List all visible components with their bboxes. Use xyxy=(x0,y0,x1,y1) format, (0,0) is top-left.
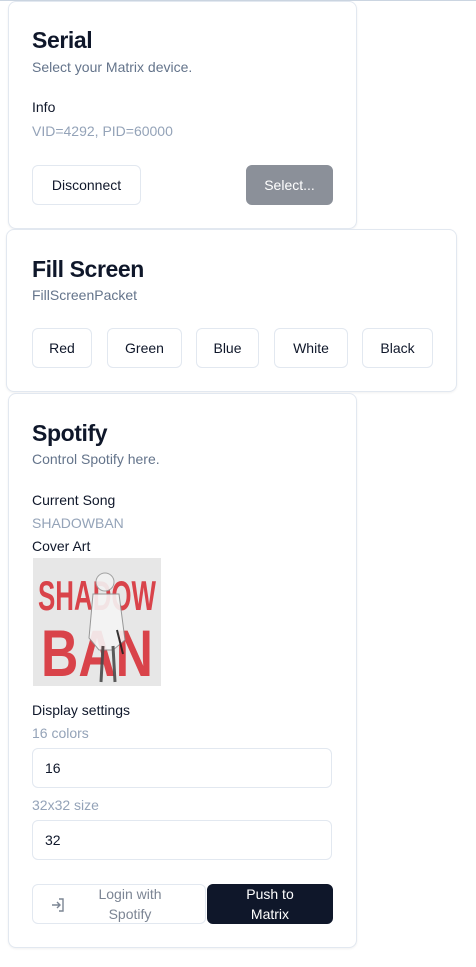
size-input[interactable] xyxy=(32,820,332,860)
fill-screen-card: Fill Screen FillScreenPacket Red Green B… xyxy=(6,229,457,392)
fill-screen-title: Fill Screen xyxy=(32,256,144,282)
current-song-label: Current Song xyxy=(32,492,116,508)
login-with-spotify-button[interactable]: Login with Spotify xyxy=(32,884,206,924)
current-song-value: SHADOWBAN xyxy=(32,515,124,531)
spotify-description: Control Spotify here. xyxy=(32,451,160,467)
fill-green-button[interactable]: Green xyxy=(107,328,182,368)
login-label-line2: Spotify xyxy=(108,906,152,922)
colors-label: 16 colors xyxy=(32,725,89,741)
info-value: VID=4292, PID=60000 xyxy=(32,123,173,139)
cover-art-label: Cover Art xyxy=(32,538,91,554)
login-button-label: Login with Spotify xyxy=(98,884,161,924)
fill-screen-description: FillScreenPacket xyxy=(32,287,138,303)
push-button-label: Push to Matrix xyxy=(246,884,293,924)
fill-red-button[interactable]: Red xyxy=(32,328,92,368)
info-label: Info xyxy=(32,99,56,115)
size-label: 32x32 size xyxy=(32,797,99,813)
select-device-button[interactable]: Select... xyxy=(246,165,333,205)
spotify-title: Spotify xyxy=(32,420,108,446)
spotify-card: Spotify Control Spotify here. Current So… xyxy=(8,393,357,948)
push-label-line2: Matrix xyxy=(250,906,290,922)
disconnect-button[interactable]: Disconnect xyxy=(32,165,141,205)
login-label-line1: Login with xyxy=(98,886,162,902)
fill-white-button[interactable]: White xyxy=(274,328,348,368)
login-icon xyxy=(50,897,66,913)
cover-art-image: SHADOW BAN xyxy=(33,558,161,686)
serial-title: Serial xyxy=(32,27,93,53)
fill-black-button[interactable]: Black xyxy=(362,328,433,368)
push-to-matrix-button[interactable]: Push to Matrix xyxy=(207,884,333,924)
display-settings-label: Display settings xyxy=(32,702,131,718)
fill-blue-button[interactable]: Blue xyxy=(196,328,259,368)
serial-card: Serial Select your Matrix device. Info V… xyxy=(8,1,357,229)
cover-art-graphic: SHADOW BAN xyxy=(33,558,161,686)
push-label-line1: Push to xyxy=(246,886,294,902)
serial-description: Select your Matrix device. xyxy=(32,59,193,75)
colors-input[interactable] xyxy=(32,748,332,788)
